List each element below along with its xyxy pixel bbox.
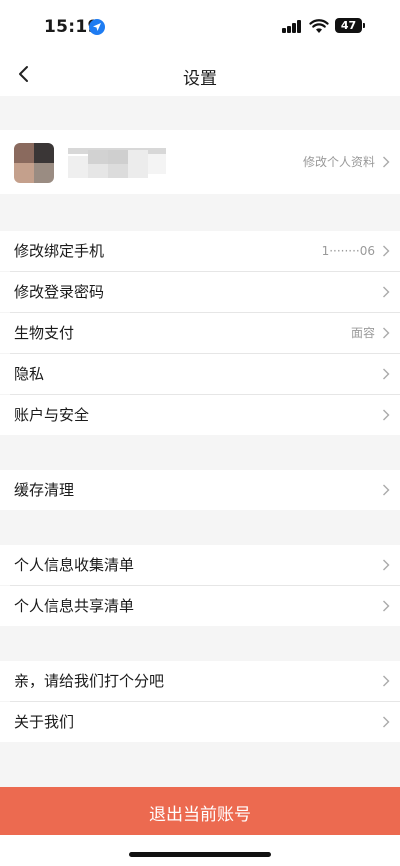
menu-item-label: 个人信息收集清单 xyxy=(14,556,135,574)
chevron-right-icon xyxy=(383,559,390,571)
avatar xyxy=(14,143,54,183)
chevron-right-icon xyxy=(383,368,390,380)
menu-item-label: 修改绑定手机 xyxy=(14,242,105,260)
home-indicator-area xyxy=(0,835,400,866)
menu-item-privacy[interactable]: 隐私 xyxy=(0,354,400,394)
menu-item-label: 个人信息共享清单 xyxy=(14,597,135,615)
location-icon xyxy=(89,19,105,35)
menu-item-change-password[interactable]: 修改登录密码 xyxy=(0,272,400,312)
menu-item-bind-phone[interactable]: 修改绑定手机 1········06 xyxy=(0,231,400,271)
logout-button[interactable]: 退出当前账号 xyxy=(0,787,400,835)
status-bar: 15:19 47 xyxy=(0,0,400,52)
chevron-right-icon xyxy=(383,716,390,728)
menu-item-label: 关于我们 xyxy=(14,713,75,731)
home-indicator[interactable] xyxy=(129,852,271,857)
wifi-icon xyxy=(309,19,329,33)
menu-item-about-us[interactable]: 关于我们 xyxy=(0,702,400,742)
nav-bar: 设置 xyxy=(0,52,400,96)
menu-item-label: 账户与安全 xyxy=(14,406,90,424)
page-title: 设置 xyxy=(183,69,217,89)
menu-item-info-collection-list[interactable]: 个人信息收集清单 xyxy=(0,545,400,585)
edit-profile-link: 修改个人资料 xyxy=(302,155,375,169)
chevron-right-icon xyxy=(383,484,390,496)
chevron-right-icon xyxy=(383,156,390,168)
chevron-right-icon xyxy=(383,600,390,612)
menu-item-rate-us[interactable]: 亲，请给我们打个分吧 xyxy=(0,661,400,701)
menu-item-clear-cache[interactable]: 缓存清理 xyxy=(0,470,400,510)
logout-label: 退出当前账号 xyxy=(149,805,251,825)
chevron-right-icon xyxy=(383,245,390,257)
cellular-signal-icon xyxy=(282,20,302,33)
chevron-right-icon xyxy=(383,327,390,339)
chevron-right-icon xyxy=(383,286,390,298)
menu-item-label: 生物支付 xyxy=(14,324,75,342)
battery-icon: 47 xyxy=(335,18,362,33)
profile-card[interactable]: 修改个人资料 xyxy=(0,130,400,194)
menu-item-account-security[interactable]: 账户与安全 xyxy=(0,395,400,435)
chevron-right-icon xyxy=(383,675,390,687)
menu-item-label: 亲，请给我们打个分吧 xyxy=(14,672,165,690)
menu-item-info-sharing-list[interactable]: 个人信息共享清单 xyxy=(0,586,400,626)
battery-tip xyxy=(363,23,365,28)
chevron-right-icon xyxy=(383,409,390,421)
menu-item-biometric-pay[interactable]: 生物支付 面容 xyxy=(0,313,400,353)
biometric-value: 面容 xyxy=(350,326,375,340)
menu-item-label: 缓存清理 xyxy=(14,481,75,499)
menu-item-label: 修改登录密码 xyxy=(14,283,105,301)
phone-value: 1········06 xyxy=(321,244,375,258)
menu-item-label: 隐私 xyxy=(14,365,45,383)
blurred-username xyxy=(68,146,168,180)
